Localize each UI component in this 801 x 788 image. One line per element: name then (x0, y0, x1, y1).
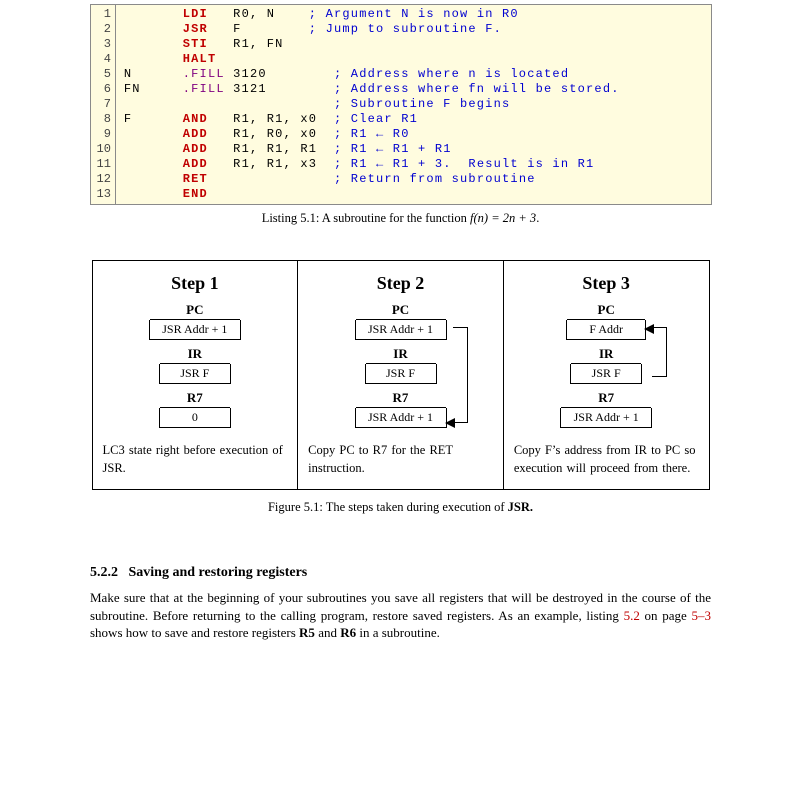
step-title: Step 3 (582, 273, 630, 294)
reg-value-ir: JSR F (365, 364, 437, 384)
section-number: 5.2.2 (90, 565, 118, 580)
arrowhead-icon (644, 322, 654, 338)
arrow-ir-to-pc (652, 327, 667, 377)
register-stack: PCJSR Addr + 1 IRJSR F R70 (149, 302, 241, 434)
reg-block-ir: IRJSR F (355, 346, 447, 384)
section-title: Saving and restoring registers (129, 565, 308, 580)
arrowhead-icon (445, 416, 455, 432)
reg-label-r7: R7 (356, 390, 446, 408)
reg-value-ir: JSR F (159, 364, 231, 384)
reg-value-pc: F Addr (566, 320, 646, 340)
figure-caption-bold: JSR. (508, 500, 533, 514)
reg-label-r7: R7 (561, 390, 651, 408)
step-description: Copy PC to R7 for the RET instruction. (308, 442, 493, 477)
link-page-ref[interactable]: 5–3 (692, 608, 712, 623)
reg-value-r7: 0 (159, 408, 231, 428)
reg-label-pc: PC (356, 302, 446, 320)
listing-caption-expr: f(n) = 2n + 3 (470, 211, 536, 225)
figure-jsr-steps: Step 1PCJSR Addr + 1IRJSR FR70LC3 state … (92, 260, 710, 490)
reg-value-ir: JSR F (570, 364, 642, 384)
section-body: Make sure that at the beginning of your … (90, 589, 711, 642)
reg-label-ir: IR (160, 346, 230, 364)
listing-caption-prefix: Listing 5.1: A subroutine for the functi… (262, 211, 470, 225)
reg-block-pc: PCF Addr (560, 302, 652, 340)
figure-panel-step2: Step 2PCJSR Addr + 1IRJSR FR7JSR Addr + … (298, 261, 504, 489)
reg-value-pc: JSR Addr + 1 (355, 320, 447, 340)
line-numbers: 12345678910111213 (91, 5, 116, 204)
step-title: Step 1 (171, 273, 219, 294)
figure-panel-step1: Step 1 PCJSR Addr + 1 IRJSR F R70 LC3 state … (93, 261, 299, 489)
section-heading: 5.2.2 Saving and restoring registers (90, 565, 307, 581)
reg-label-ir: IR (571, 346, 641, 364)
reg-block-ir: IRJSR F (560, 346, 652, 384)
reg-label-r7: R7 (160, 390, 230, 408)
reg-block-pc: PCJSR Addr + 1 (149, 302, 241, 340)
reg-value-r7: JSR Addr + 1 (560, 408, 652, 428)
link-listing-ref[interactable]: 5.2 (624, 608, 640, 623)
listing-caption-suffix: . (536, 211, 539, 225)
reg-block-r7: R7JSR Addr + 1 (355, 390, 447, 428)
body-and: and (315, 625, 340, 640)
code-listing: 12345678910111213 LDI R0, N ; Argument N… (90, 4, 712, 205)
reg-r6: R6 (340, 625, 356, 640)
step-description: LC3 state right before execution of JSR. (103, 442, 288, 477)
figure-panel-step3: Step 3 PCF Addr IRJSR F R7JSR Addr + 1 Copy … (504, 261, 709, 489)
step-description: Copy F’s address from IR to PC so execut… (514, 442, 699, 477)
reg-value-pc: JSR Addr + 1 (149, 320, 241, 340)
body-mid: on page (640, 608, 692, 623)
step-title: Step 2 (377, 273, 425, 294)
register-stack: PCF Addr IRJSR F R7JSR Addr + 1 (560, 302, 652, 434)
reg-block-r7: R7JSR Addr + 1 (560, 390, 652, 428)
figure-caption-text: Figure 5.1: The steps taken during execu… (268, 500, 508, 514)
code-body: LDI R0, N ; Argument N is now in R0 JSR … (116, 5, 628, 204)
figure-caption: Figure 5.1: The steps taken during execu… (268, 500, 533, 515)
reg-label-pc: PC (150, 302, 240, 320)
reg-value-r7: JSR Addr + 1 (355, 408, 447, 428)
reg-block-pc: PCJSR Addr + 1 (355, 302, 447, 340)
reg-r5: R5 (299, 625, 315, 640)
reg-block-ir: IRJSR F (149, 346, 241, 384)
register-stack: PCJSR Addr + 1IRJSR FR7JSR Addr + 1 (355, 302, 447, 434)
reg-label-pc: PC (567, 302, 645, 320)
reg-block-r7: R70 (149, 390, 241, 428)
body-tail: in a subroutine. (356, 625, 440, 640)
reg-label-ir: IR (366, 346, 436, 364)
arrow-pc-to-r7 (453, 327, 468, 423)
body-post: shows how to save and restore registers (90, 625, 299, 640)
body-pre: Make sure that at the beginning of your … (90, 590, 711, 623)
listing-caption: Listing 5.1: A subroutine for the functi… (262, 211, 540, 226)
